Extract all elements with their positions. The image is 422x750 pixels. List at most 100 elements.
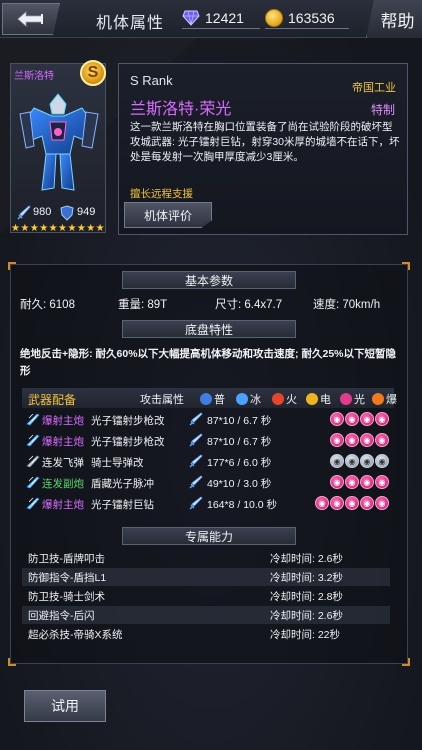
corner-decoration: [402, 658, 410, 666]
weapon-row[interactable]: 连发副炮 盾藏光子脉冲 49*10 / 3.0 秒 ◉ ◉ ◉ ◉: [22, 473, 394, 492]
chassis-header: 底盘特性: [122, 320, 296, 338]
ability-name: 防卫技-骑士剑术: [28, 591, 105, 603]
mech-title: 兰斯洛特·荣光: [130, 101, 232, 118]
element-icon: [200, 393, 212, 405]
weapon-type-icon: [26, 413, 40, 426]
ammo-icon: ◉: [345, 454, 359, 468]
weapon-damage: 177*6 / 6.0 秒: [207, 457, 272, 469]
element-label: 火: [286, 394, 297, 406]
ammo-icon: ◉: [375, 454, 389, 468]
ability-row[interactable]: 防卫技-骑士剑术 冷却时间: 2.8秒: [22, 587, 390, 605]
weapon-row[interactable]: 连发飞弹 骑士导弹改 177*6 / 6.0 秒 ◉ ◉ ◉ ◉: [22, 452, 394, 471]
ability-row[interactable]: 防卫技-盾牌叩击 冷却时间: 2.6秒: [22, 549, 390, 567]
shield-icon: [60, 205, 74, 221]
ammo-slots: ◉ ◉ ◉ ◉: [330, 433, 389, 447]
star-icon: ★: [86, 223, 96, 234]
weapon-row[interactable]: 爆射主炮 光子镭射步枪改 87*10 / 6.7 秒 ◉ ◉ ◉ ◉: [22, 410, 394, 429]
star-rating: ★ ★ ★ ★ ★ ★ ★ ★ ★ ★: [11, 224, 105, 234]
attack-attr-label: 攻击属性: [140, 394, 184, 406]
speed-value: 速度: 70km/h: [313, 299, 381, 311]
element-icon: [372, 393, 384, 405]
weapon-row[interactable]: 爆射主炮 光子镭射步枪改 87*10 / 6.7 秒 ◉ ◉ ◉ ◉: [22, 431, 394, 450]
ability-cooldown: 冷却时间: 22秒: [270, 629, 341, 641]
star-icon: ★: [95, 223, 105, 234]
ammo-slots: ◉ ◉ ◉ ◉: [330, 412, 389, 426]
weapon-damage: 49*10 / 3.0 秒: [207, 478, 272, 490]
element-tag: 电: [306, 391, 331, 407]
back-arrow-icon: [17, 11, 43, 27]
weapon-type: 爆射主炮: [42, 499, 84, 511]
coin-counter: 163536: [265, 7, 349, 29]
sword-icon: [17, 205, 31, 220]
gem-value: 12421: [205, 10, 244, 26]
ability-name: 防卫技-盾牌叩击: [28, 553, 105, 565]
weapon-name: 光子镭射巨钻: [91, 499, 154, 511]
damage-sword-icon: [189, 433, 203, 447]
element-label: 光: [354, 394, 365, 406]
damage-sword-icon: [189, 412, 203, 426]
star-icon: ★: [48, 223, 58, 234]
ability-row[interactable]: 防御指令-盾挡L1 冷却时间: 3.2秒: [22, 568, 390, 586]
top-bar: 机体属性 12421 163536 帮助: [0, 0, 422, 38]
weapon-damage: 87*10 / 6.7 秒: [207, 436, 272, 448]
special-label: 特制: [371, 103, 396, 117]
ammo-icon: ◉: [375, 475, 389, 489]
try-button[interactable]: 试用: [24, 690, 106, 722]
element-icon: [306, 393, 318, 405]
element-icon: [236, 393, 248, 405]
coin-value: 163536: [288, 10, 335, 26]
corner-decoration: [402, 262, 410, 270]
back-button[interactable]: [2, 3, 60, 35]
mech-robot-image: [19, 93, 99, 191]
element-label: 冰: [250, 394, 261, 406]
element-tag: 火: [272, 391, 297, 407]
weapon-name: 光子镭射步枪改: [91, 415, 165, 427]
ammo-icon: ◉: [360, 412, 374, 426]
coin-icon: [265, 9, 283, 27]
help-button[interactable]: 帮助: [366, 0, 422, 38]
weapon-type: 连发飞弹: [42, 457, 84, 469]
ammo-icon: ◉: [345, 496, 359, 510]
weapon-damage: 87*10 / 6.7 秒: [207, 415, 272, 427]
ability-cooldown: 冷却时间: 2.8秒: [270, 591, 343, 603]
corner-decoration: [8, 658, 16, 666]
ability-name: 回避指令-后闪: [28, 610, 95, 622]
weapon-type: 爆射主炮: [42, 415, 84, 427]
attack-stat-value: 980: [33, 206, 52, 218]
weapon-row[interactable]: 爆射主炮 光子镭射巨钻 164*8 / 10.0 秒 ◉ ◉ ◉ ◉ ◉: [22, 494, 394, 513]
weapon-type: 连发副炮: [42, 478, 84, 490]
weapon-type-icon: [26, 497, 40, 510]
weapon-type-icon: [26, 455, 40, 468]
ammo-icon: ◉: [375, 433, 389, 447]
weapon-type-icon: [26, 476, 40, 489]
basic-params-header: 基本参数: [122, 271, 296, 289]
size-value: 尺寸: 6.4x7.7: [215, 299, 283, 311]
coin-underline: [265, 28, 349, 29]
weapon-name: 盾藏光子脉冲: [91, 478, 154, 490]
ability-name: 超必杀技-帝骑X系统: [28, 629, 123, 641]
ability-row[interactable]: 回避指令-后闪 冷却时间: 2.6秒: [22, 606, 390, 624]
ammo-icon: ◉: [360, 454, 374, 468]
mech-review-button[interactable]: 机体评价: [124, 202, 212, 228]
element-icon: [272, 393, 284, 405]
ammo-icon: ◉: [315, 496, 329, 510]
weapon-name: 骑士导弹改: [91, 457, 144, 469]
ability-row[interactable]: 超必杀技-帝骑X系统 冷却时间: 22秒: [22, 625, 390, 643]
ammo-slots: ◉ ◉ ◉ ◉: [330, 475, 389, 489]
ability-cooldown: 冷却时间: 2.6秒: [270, 553, 343, 565]
ability-name: 防御指令-盾挡L1: [28, 572, 107, 584]
ammo-icon: ◉: [360, 475, 374, 489]
ammo-icon: ◉: [375, 412, 389, 426]
ammo-slots: ◉ ◉ ◉ ◉ ◉: [315, 496, 389, 510]
star-icon: ★: [58, 223, 67, 234]
abilities-header: 专属能力: [122, 527, 296, 545]
corner-decoration: [8, 262, 16, 270]
ammo-icon: ◉: [330, 412, 344, 426]
mech-name-tag: 兰斯洛特: [14, 71, 54, 82]
damage-sword-icon: [189, 496, 203, 510]
ammo-icon: ◉: [330, 454, 344, 468]
star-icon: ★: [11, 223, 20, 234]
element-icon: [340, 393, 352, 405]
weapon-type-icon: [26, 434, 40, 447]
ammo-icon: ◉: [360, 496, 374, 510]
